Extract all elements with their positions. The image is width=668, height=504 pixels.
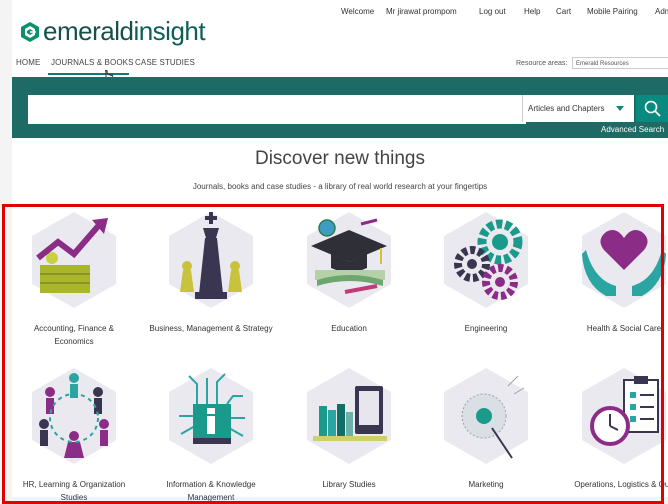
emerald-gem-icon: [21, 21, 39, 42]
search-type-value: Articles and Chapters: [528, 104, 605, 113]
logo-text-emerald: emerald: [43, 16, 134, 46]
welcome-text: Welcome: [341, 7, 375, 16]
mobile-pairing-link[interactable]: Mobile Pairing: [587, 7, 638, 16]
cart-link[interactable]: Cart: [556, 7, 571, 16]
logo-text-insight: insight: [133, 16, 206, 46]
emerald-insight-logo[interactable]: emeraldinsight: [20, 16, 206, 47]
nav-home[interactable]: HOME: [16, 58, 40, 67]
caret-down-icon: [616, 106, 624, 111]
nav-journals-books[interactable]: JOURNALS & BOOKS: [51, 58, 134, 67]
admin-link[interactable]: Adm: [655, 7, 668, 16]
resource-areas-label: Resource areas:: [516, 60, 568, 67]
search-icon: [644, 100, 661, 117]
search-button[interactable]: [636, 95, 668, 122]
hero-title: Discover new things: [254, 148, 426, 169]
search-bar: Articles and Chapters Advanced Search: [12, 77, 668, 138]
logout-link[interactable]: Log out: [479, 7, 506, 16]
search-input[interactable]: [28, 95, 526, 124]
help-link[interactable]: Help: [524, 7, 540, 16]
nav-case-studies[interactable]: CASE STUDIES: [135, 58, 195, 67]
resource-areas-select[interactable]: Emerald Resources: [572, 57, 668, 69]
search-type-dropdown[interactable]: Articles and Chapters: [522, 95, 634, 122]
highlight-box: [2, 204, 664, 504]
hero-subtitle: Journals, books and case studies - a lib…: [192, 182, 488, 191]
advanced-search-link[interactable]: Advanced Search: [601, 125, 664, 134]
user-name-link[interactable]: Mr jirawat prompom: [386, 7, 457, 16]
nav-active-underline: [48, 73, 129, 75]
